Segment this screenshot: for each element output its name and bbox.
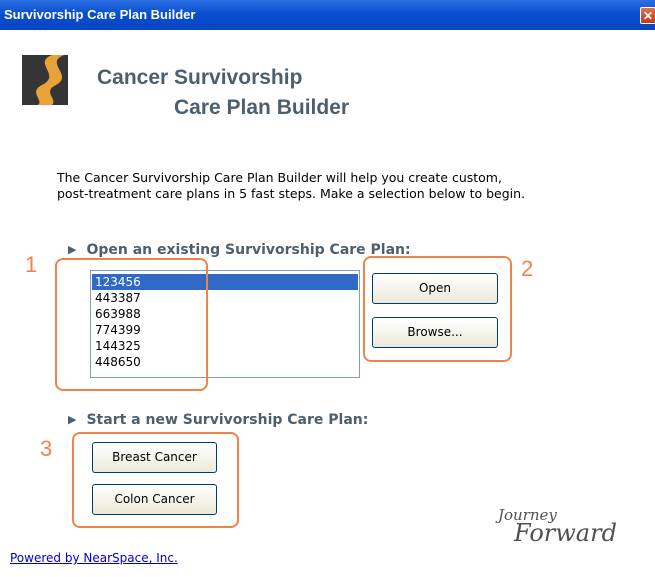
intro-line1: The Cancer Survivorship Care Plan Builde… [57, 170, 502, 185]
close-button[interactable]: ✕ [640, 7, 655, 24]
start-new-heading: ▶ Start a new Survivorship Care Plan: [68, 412, 368, 428]
brand-line2: Forward [514, 519, 617, 547]
triangle-right-icon: ▶ [68, 413, 77, 426]
annotation-number-2: 2 [521, 256, 534, 281]
close-icon: ✕ [642, 9, 654, 23]
winding-road-logo-icon [22, 55, 68, 105]
intro-text: The Cancer Survivorship Care Plan Builde… [57, 170, 525, 202]
title-bar[interactable]: Survivorship Care Plan Builder ✕ [0, 0, 655, 30]
window-title: Survivorship Care Plan Builder [4, 7, 196, 22]
open-existing-heading: ▶ Open an existing Survivorship Care Plan… [68, 242, 411, 258]
annotation-number-3: 3 [40, 436, 53, 461]
powered-by-link[interactable]: Powered by NearSpace, Inc. [10, 551, 178, 565]
app-title-line1: Cancer Survivorship [97, 66, 303, 89]
annotation-box-3 [72, 432, 239, 528]
app-title-line2: Care Plan Builder [174, 96, 350, 119]
open-existing-heading-text: Open an existing Survivorship Care Plan: [86, 242, 411, 258]
intro-line2: post-treatment care plans in 5 fast step… [57, 186, 526, 201]
triangle-right-icon: ▶ [68, 243, 77, 256]
annotation-box-1 [55, 258, 208, 391]
annotation-number-1: 1 [25, 252, 38, 277]
start-new-heading-text: Start a new Survivorship Care Plan: [86, 412, 369, 428]
annotation-box-2 [363, 256, 512, 362]
